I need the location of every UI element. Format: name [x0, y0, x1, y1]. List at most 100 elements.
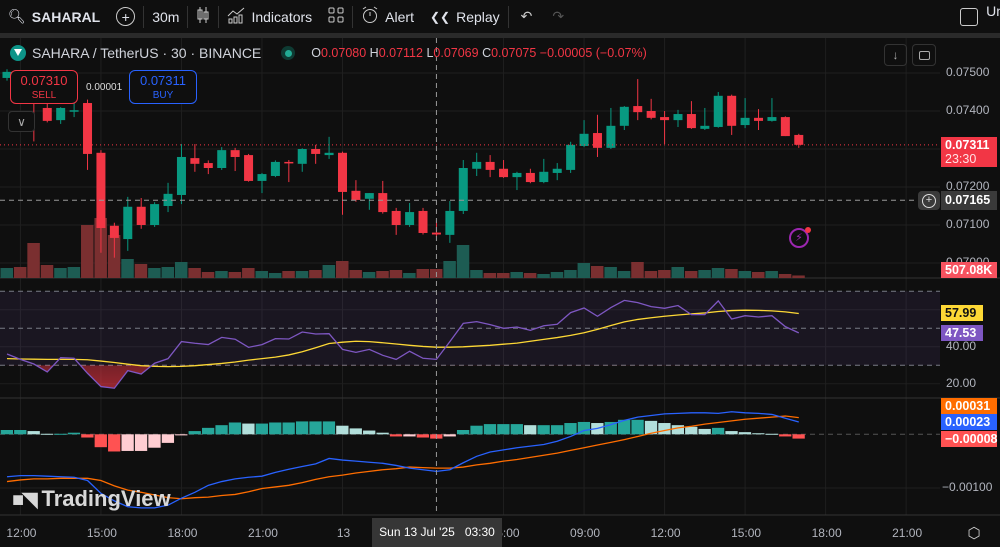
macd-histogram-bar: [671, 425, 684, 435]
collapse-legend-button[interactable]: ↓: [884, 44, 907, 66]
compare-symbol-button[interactable]: +: [108, 0, 143, 33]
macd-histogram-bar: [564, 423, 577, 435]
volume-bar: [684, 271, 698, 278]
macd-histogram-bar: [510, 424, 523, 435]
layouts-button[interactable]: [320, 0, 352, 33]
symbol-legend: SAHARA / TetherUS · 30 · BINANCE O0.0708…: [10, 45, 647, 61]
candle-body: [552, 168, 562, 173]
macd-histogram-bar: [336, 425, 349, 435]
chevron-down-icon: ∨: [17, 114, 26, 129]
macd-histogram-bar: [202, 427, 215, 435]
buy-button[interactable]: 0.07311 BUY: [129, 70, 197, 104]
candle-body: [136, 206, 146, 225]
volume-bar: [564, 270, 577, 278]
volume-bar: [604, 267, 617, 278]
candle-body: [284, 161, 294, 164]
redo-button[interactable]: ↷: [544, 0, 572, 33]
candle-body: [727, 95, 737, 126]
close-value: 0.07075: [491, 46, 537, 60]
macd-histogram-bar: [94, 434, 107, 448]
candle-body: [579, 133, 589, 146]
symbol-search-button[interactable]: 🔍︎ SAHARAL: [0, 0, 108, 33]
candle-body: [257, 174, 267, 181]
time-tick-label: 13: [336, 526, 351, 540]
maximize-pane-button[interactable]: [912, 44, 936, 66]
fullscreen-button[interactable]: [952, 0, 986, 33]
symbol-title[interactable]: SAHARA / TetherUS · 30 · BINANCE: [32, 45, 261, 61]
lightning-alert-icon[interactable]: ⚡︎: [789, 227, 811, 248]
time-tick-label: 15:00: [731, 526, 762, 540]
volume-bar: [148, 268, 161, 278]
macd-histogram-bar: [456, 430, 470, 435]
toolbar-overflow-label[interactable]: Un: [986, 3, 1000, 19]
volume-bar: [389, 270, 403, 278]
chart-type-button[interactable]: [188, 0, 218, 33]
order-panel-toggle[interactable]: ∨: [8, 111, 35, 132]
candle-body: [270, 161, 280, 176]
macd-histogram-bar: [403, 434, 416, 437]
spread-value: 0.00001: [86, 82, 123, 93]
volume-bar: [295, 271, 309, 278]
candle-body: [351, 190, 361, 200]
candle-body: [686, 114, 696, 129]
high-value: 0.07112: [378, 46, 423, 60]
interval-button[interactable]: 30m: [144, 0, 187, 33]
macd-histogram-bar: [27, 431, 40, 435]
candle-body: [472, 161, 482, 169]
time-tick-label: 18:00: [167, 526, 198, 540]
macd-histogram-bar: [54, 433, 67, 435]
alert-label: Alert: [385, 8, 414, 25]
volume-tag: 507.08K: [941, 262, 997, 278]
alert-button[interactable]: Alert: [353, 0, 422, 33]
histogram-tag: −0.00008: [941, 431, 997, 447]
volume-bar: [738, 271, 752, 278]
candle-body: [619, 106, 629, 126]
macd-histogram-bar: [67, 432, 81, 435]
candle-body: [458, 168, 468, 211]
candle-body: [230, 150, 240, 157]
tradingview-watermark: ■◥ TradingView: [12, 486, 171, 512]
candle-body: [391, 210, 401, 225]
candle-body: [780, 117, 790, 137]
rewind-icon: ❮❮: [429, 9, 451, 24]
symbol-label: SAHARAL: [31, 8, 101, 25]
volume-bar: [174, 262, 188, 278]
price-tick-label: 0.07400: [946, 103, 990, 117]
volume-bar: [765, 271, 778, 278]
macd-histogram-bar: [497, 424, 510, 435]
candle-body: [42, 107, 52, 121]
candle-body: [418, 210, 428, 233]
candle-body: [176, 156, 186, 195]
volume-bar: [443, 261, 456, 278]
macd-histogram-bar: [738, 432, 752, 435]
volume-bar: [255, 271, 268, 278]
macd-histogram-bar: [242, 423, 255, 435]
crosshair-price-tag: 0.07165: [941, 191, 997, 210]
candle-body: [83, 103, 93, 154]
candle-body: [431, 232, 441, 235]
volume-bar: [416, 269, 430, 278]
replay-button[interactable]: ❮❮ Replay: [422, 0, 508, 33]
chart-settings-button[interactable]: ⬡: [964, 524, 984, 542]
macd-tick-label: −0.00100: [942, 480, 993, 494]
indicators-button[interactable]: Indicators: [219, 0, 320, 33]
macd-histogram-bar: [779, 434, 792, 437]
volume-bar: [698, 270, 711, 278]
candle-body: [700, 125, 710, 129]
macd-histogram-bar: [765, 433, 778, 435]
macd-histogram-bar: [121, 434, 134, 451]
market-status-icon: [281, 46, 296, 60]
macd-histogram-bar: [322, 421, 336, 435]
sell-button[interactable]: 0.07310 SELL: [10, 70, 78, 104]
undo-button[interactable]: ↶: [509, 0, 545, 33]
candlestick-icon: [196, 6, 210, 27]
price-tick-label: 0.07500: [946, 65, 990, 79]
time-tick-label: 21:00: [892, 526, 923, 540]
candle-body: [539, 171, 549, 183]
volume-bar: [228, 272, 242, 278]
macd-histogram-bar: [295, 421, 309, 435]
volume-bar: [268, 273, 282, 278]
candle-body: [297, 149, 307, 164]
add-price-alert-button[interactable]: +: [918, 191, 940, 210]
volume-bar: [215, 271, 228, 278]
